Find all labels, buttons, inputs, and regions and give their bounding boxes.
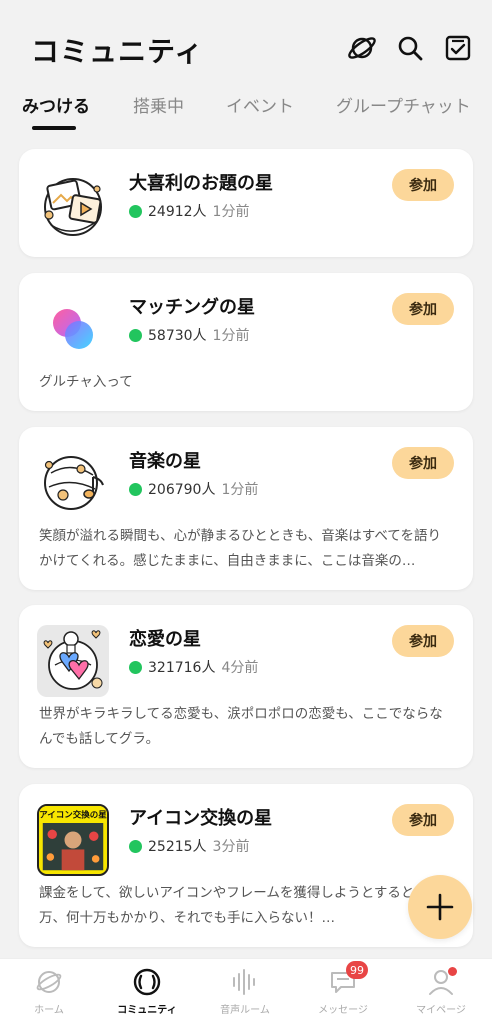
page-title: コミュニティ (31, 35, 204, 68)
home-planet-icon (34, 967, 64, 997)
nav-messages[interactable]: 99 メッセージ (294, 961, 392, 1023)
card-title: マッチングの星 (129, 297, 255, 318)
member-count: 58730人 (148, 328, 207, 344)
last-active: 4分前 (221, 660, 259, 676)
card-title: 恋愛の星 (129, 629, 201, 650)
voice-wave-icon (230, 967, 260, 997)
card-description: 課金をして、欲しいアイコンやフレームを獲得しようとすると、何万、何十万もかかり、… (39, 885, 441, 926)
last-active: 1分前 (221, 482, 259, 498)
tab-discover[interactable]: みつける (22, 92, 90, 117)
nav-community[interactable]: コミュニティ (98, 967, 196, 1023)
plus-icon (426, 893, 454, 921)
online-dot (129, 482, 142, 496)
nav-my-page[interactable]: マイページ (392, 967, 490, 1023)
nav-label: マイページ (416, 1005, 466, 1016)
community-card[interactable]: 恋愛の星 321716人 4分前 参加 世界がキラキラしてる恋愛も、涙ポロポロの… (19, 605, 473, 768)
member-count: 25215人 (148, 839, 207, 855)
notification-dot (448, 967, 457, 976)
bottom-nav: ホーム コミュニティ 音声ルーム 99 メッセージ マイページ (0, 958, 492, 1024)
active-tab-indicator (32, 126, 76, 130)
nav-label: メッセージ (318, 1005, 368, 1016)
community-card[interactable]: アイコン交換の星 アイコン交換の星 25215人 3分前 参加 課金をして、欲し… (19, 784, 473, 947)
last-active: 3分前 (212, 839, 250, 855)
card-description: 笑顔が溢れる瞬間も、心が静まるひとときも、音楽はすべてを語りかけてくれる。感じた… (39, 528, 442, 569)
online-dot (129, 660, 142, 674)
community-icon (132, 967, 162, 997)
card-description: グルチャ入って (39, 374, 133, 390)
join-button[interactable]: 参加 (392, 169, 454, 201)
community-card[interactable]: マッチングの星 58730人 1分前 参加 グルチャ入って (19, 273, 473, 411)
tab-events[interactable]: イベント (226, 92, 294, 117)
unread-badge: 99 (346, 961, 368, 979)
join-button[interactable]: 参加 (392, 804, 454, 836)
last-active: 1分前 (212, 204, 250, 220)
card-title: 音楽の星 (129, 451, 201, 472)
join-button[interactable]: 参加 (392, 447, 454, 479)
tab-boarding[interactable]: 搭乗中 (133, 92, 184, 117)
card-title: アイコン交換の星 (129, 808, 273, 829)
card-description: 世界がキラキラしてる恋愛も、涙ポロポロの恋愛も、ここでならなんでも話してグラ。 (39, 706, 443, 747)
music-planet-icon (37, 447, 109, 519)
thumb-text: アイコン交換の星 (39, 809, 107, 820)
photo-planet-icon (37, 169, 109, 241)
last-active: 1分前 (212, 328, 250, 344)
love-planet-icon (37, 625, 109, 697)
card-stats: 25215人 3分前 (129, 836, 249, 856)
card-stats: 58730人 1分前 (129, 325, 249, 345)
community-card[interactable]: 大喜利のお題の星 24912人 1分前 参加 (19, 149, 473, 257)
card-stats: 206790人 1分前 (129, 479, 258, 499)
join-button[interactable]: 参加 (392, 293, 454, 325)
join-button[interactable]: 参加 (392, 625, 454, 657)
profile-icon (426, 967, 457, 997)
app-header: コミュニティ (0, 0, 492, 80)
member-count: 206790人 (148, 482, 216, 498)
tab-bar: みつける 搭乗中 イベント グループチャット (0, 84, 492, 134)
tab-group-chat[interactable]: グループチャット (336, 92, 471, 117)
community-card[interactable]: 音楽の星 206790人 1分前 参加 笑顔が溢れる瞬間も、心が静まるひとときも… (19, 427, 473, 590)
nav-label: コミュニティ (117, 1005, 177, 1016)
checkbox-icon[interactable] (442, 32, 474, 64)
online-dot (129, 204, 142, 218)
search-icon[interactable] (394, 32, 426, 64)
member-count: 24912人 (148, 204, 207, 220)
card-stats: 321716人 4分前 (129, 657, 258, 677)
planet-icon[interactable] (346, 32, 378, 64)
nav-label: ホーム (34, 1005, 64, 1016)
nav-voice-room[interactable]: 音声ルーム (196, 967, 294, 1023)
matching-bubbles-icon (37, 293, 109, 365)
card-stats: 24912人 1分前 (129, 201, 249, 221)
nav-label: 音声ルーム (220, 1005, 270, 1016)
icon-exchange-image: アイコン交換の星 (37, 804, 109, 876)
card-title: 大喜利のお題の星 (129, 173, 273, 194)
online-dot (129, 328, 142, 342)
nav-home[interactable]: ホーム (0, 967, 98, 1023)
message-icon: 99 (328, 961, 368, 997)
online-dot (129, 839, 142, 853)
create-community-button[interactable] (408, 875, 472, 939)
member-count: 321716人 (148, 660, 216, 676)
